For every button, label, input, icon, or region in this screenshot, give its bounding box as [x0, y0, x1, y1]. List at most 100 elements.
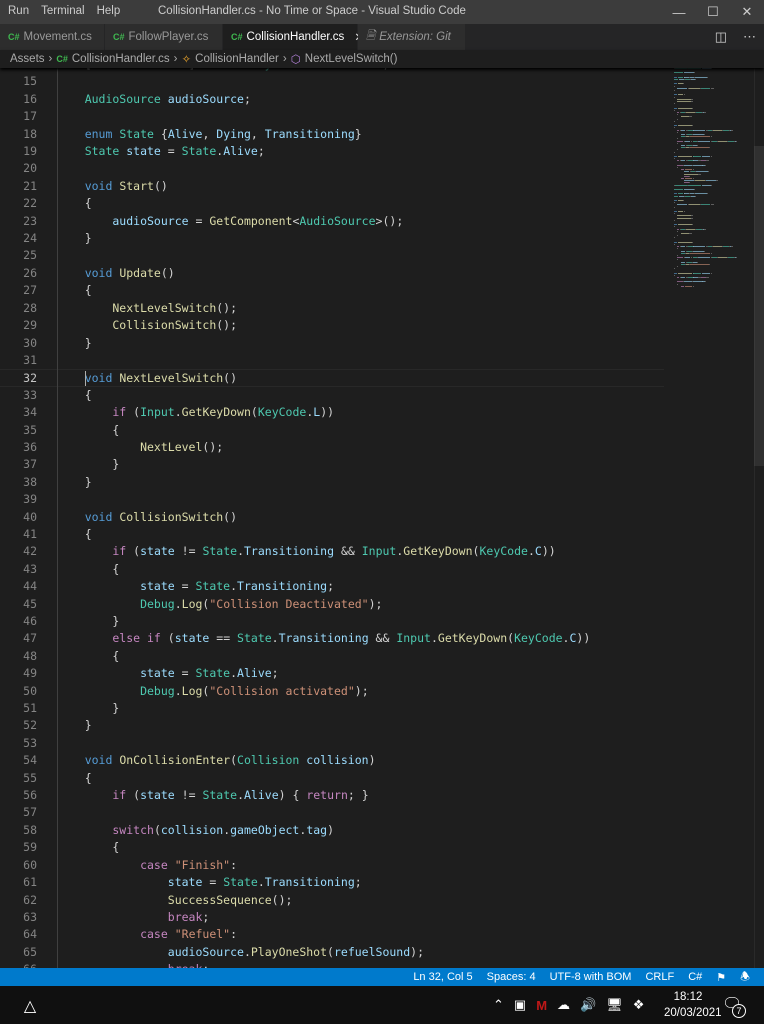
code-line[interactable]: 58 switch(collision.gameObject.tag): [0, 822, 664, 839]
code-line[interactable]: 64 case "Refuel":: [0, 926, 664, 943]
code-line[interactable]: 21 void Start(): [0, 178, 664, 195]
code-line[interactable]: 29 CollisionSwitch();: [0, 317, 664, 334]
line-number: 58: [23, 822, 37, 837]
code-line[interactable]: 57: [0, 804, 664, 821]
code-line[interactable]: 60 case "Finish":: [0, 857, 664, 874]
code-line[interactable]: 22 {: [0, 195, 664, 212]
code-line[interactable]: 35 {: [0, 422, 664, 439]
menu-terminal[interactable]: Terminal: [41, 5, 84, 17]
line-ending[interactable]: CRLF: [645, 971, 674, 983]
code-line[interactable]: 45 Debug.Log("Collision Deactivated");: [0, 596, 664, 613]
code-line[interactable]: 32 void NextLevelSwitch(): [0, 369, 664, 387]
code-line[interactable]: 51 }: [0, 700, 664, 717]
code-line[interactable]: 56 if (state != State.Alive) { return; }: [0, 787, 664, 804]
code-line[interactable]: 62 SuccessSequence();: [0, 892, 664, 909]
unity-icon[interactable]: △: [18, 994, 42, 1018]
code-line[interactable]: 59 {: [0, 839, 664, 856]
minimap[interactable]: [668, 68, 756, 968]
feedback-icon[interactable]: ⚑: [716, 971, 726, 984]
code-line[interactable]: 49 state = State.Alive;: [0, 665, 664, 682]
code-line[interactable]: 39: [0, 491, 664, 508]
cursor-position[interactable]: Ln 32, Col 5: [413, 971, 472, 983]
code-line[interactable]: 38 }: [0, 474, 664, 491]
code-line[interactable]: 44 state = State.Transitioning;: [0, 578, 664, 595]
code-line[interactable]: 34 if (Input.GetKeyDown(KeyCode.L)): [0, 404, 664, 421]
camera-icon[interactable]: ▣: [514, 997, 526, 1013]
code-line[interactable]: 50 Debug.Log("Collision activated");: [0, 683, 664, 700]
tab-followplayer[interactable]: C# FollowPlayer.cs: [105, 24, 223, 50]
code-line[interactable]: 19 State state = State.Alive;: [0, 143, 664, 160]
code-line[interactable]: 26 void Update(): [0, 265, 664, 282]
more-actions-icon[interactable]: ⋯: [743, 29, 756, 45]
tab-extension-git[interactable]: 🗎 Extension: Git: [358, 24, 466, 50]
split-editor-icon[interactable]: ◫: [715, 29, 727, 45]
code-line[interactable]: 31: [0, 352, 664, 369]
code-line[interactable]: 24 }: [0, 230, 664, 247]
tab-collisionhandler[interactable]: C# CollisionHandler.cs ✕: [223, 24, 364, 50]
menu-run[interactable]: Run: [8, 5, 29, 17]
code-line[interactable]: 61 state = State.Transitioning;: [0, 874, 664, 891]
onedrive-icon[interactable]: ☁: [557, 997, 570, 1013]
breadcrumb-class[interactable]: CollisionHandler: [195, 53, 279, 65]
code-token: );: [354, 683, 369, 698]
code-line[interactable]: 33 {: [0, 387, 664, 404]
code-token: {: [57, 561, 120, 576]
code-line[interactable]: 36 NextLevel();: [0, 439, 664, 456]
code-line[interactable]: 63 break;: [0, 909, 664, 926]
code-line[interactable]: 18 enum State {Alive, Dying, Transitioni…: [0, 126, 664, 143]
indentation[interactable]: Spaces: 4: [487, 971, 536, 983]
code-token: state: [174, 631, 210, 646]
code-line[interactable]: 16 AudioSource audioSource;: [0, 91, 664, 108]
code-line[interactable]: 52 }: [0, 717, 664, 734]
code-line[interactable]: 41 {: [0, 526, 664, 543]
code-line[interactable]: 25: [0, 247, 664, 264]
code-line[interactable]: 42 if (state != State.Transitioning && I…: [0, 543, 664, 560]
time: 18:12: [673, 991, 703, 1003]
breadcrumb-folder[interactable]: Assets: [10, 53, 45, 65]
tab-movement[interactable]: C# Movement.cs: [0, 24, 105, 50]
notifications-bell-icon[interactable]: 🕭: [740, 968, 750, 987]
clock[interactable]: 18:12 20/03/2021: [664, 989, 722, 1021]
code-line[interactable]: 23 audioSource = GetComponent<AudioSourc…: [0, 213, 664, 230]
volume-icon[interactable]: 🔊: [580, 997, 596, 1013]
mcafee-icon[interactable]: M: [536, 998, 547, 1013]
encoding[interactable]: UTF-8 with BOM: [550, 971, 632, 983]
minimize-button[interactable]: —: [662, 0, 696, 24]
close-window-button[interactable]: ✕: [730, 0, 764, 24]
line-number: 22: [23, 196, 37, 211]
vertical-scrollbar[interactable]: [754, 68, 764, 968]
code-line[interactable]: 17: [0, 108, 664, 125]
code-line[interactable]: 27 {: [0, 282, 664, 299]
dropbox-icon[interactable]: ❖: [633, 997, 645, 1013]
code-line[interactable]: 40 void CollisionSwitch(): [0, 509, 664, 526]
network-icon[interactable]: 🖥: [606, 997, 623, 1013]
code-token: void: [57, 509, 113, 524]
code-text: State state = State.Alive;: [57, 143, 265, 160]
action-center-icon[interactable]: 🗨 7: [722, 994, 746, 1018]
minimap-mark: [705, 164, 706, 166]
code-line[interactable]: 53: [0, 735, 664, 752]
code-line[interactable]: 37 }: [0, 456, 664, 473]
code-line[interactable]: 47 else if (state == State.Transitioning…: [0, 630, 664, 647]
code-line[interactable]: 28 NextLevelSwitch();: [0, 300, 664, 317]
code-line[interactable]: 15: [0, 73, 664, 90]
language-mode[interactable]: C#: [688, 971, 702, 983]
maximize-button[interactable]: ☐: [696, 0, 730, 24]
code-text: if (state != State.Alive) { return; }: [57, 787, 368, 804]
breadcrumb-method[interactable]: NextLevelSwitch(): [305, 53, 398, 65]
chevron-up-icon[interactable]: ⌃: [493, 997, 504, 1013]
code-line[interactable]: 20: [0, 160, 664, 177]
code-editor[interactable]: 14 [SerializeField] ParticleSystem winPa…: [0, 68, 764, 968]
code-token: (: [250, 405, 258, 420]
code-line[interactable]: 55 {: [0, 770, 664, 787]
code-line[interactable]: 46 }: [0, 613, 664, 630]
scrollbar-thumb[interactable]: [754, 146, 764, 466]
code-line[interactable]: 65 audioSource.PlayOneShot(refuelSound);: [0, 944, 664, 961]
code-line[interactable]: 48 {: [0, 648, 664, 665]
breadcrumb-file[interactable]: CollisionHandler.cs: [72, 53, 170, 65]
code-line[interactable]: 30 }: [0, 335, 664, 352]
menu-help[interactable]: Help: [97, 5, 121, 17]
code-line[interactable]: 43 {: [0, 561, 664, 578]
code-line[interactable]: 54 void OnCollisionEnter(Collision colli…: [0, 752, 664, 769]
code-line[interactable]: 66 break;: [0, 961, 664, 968]
